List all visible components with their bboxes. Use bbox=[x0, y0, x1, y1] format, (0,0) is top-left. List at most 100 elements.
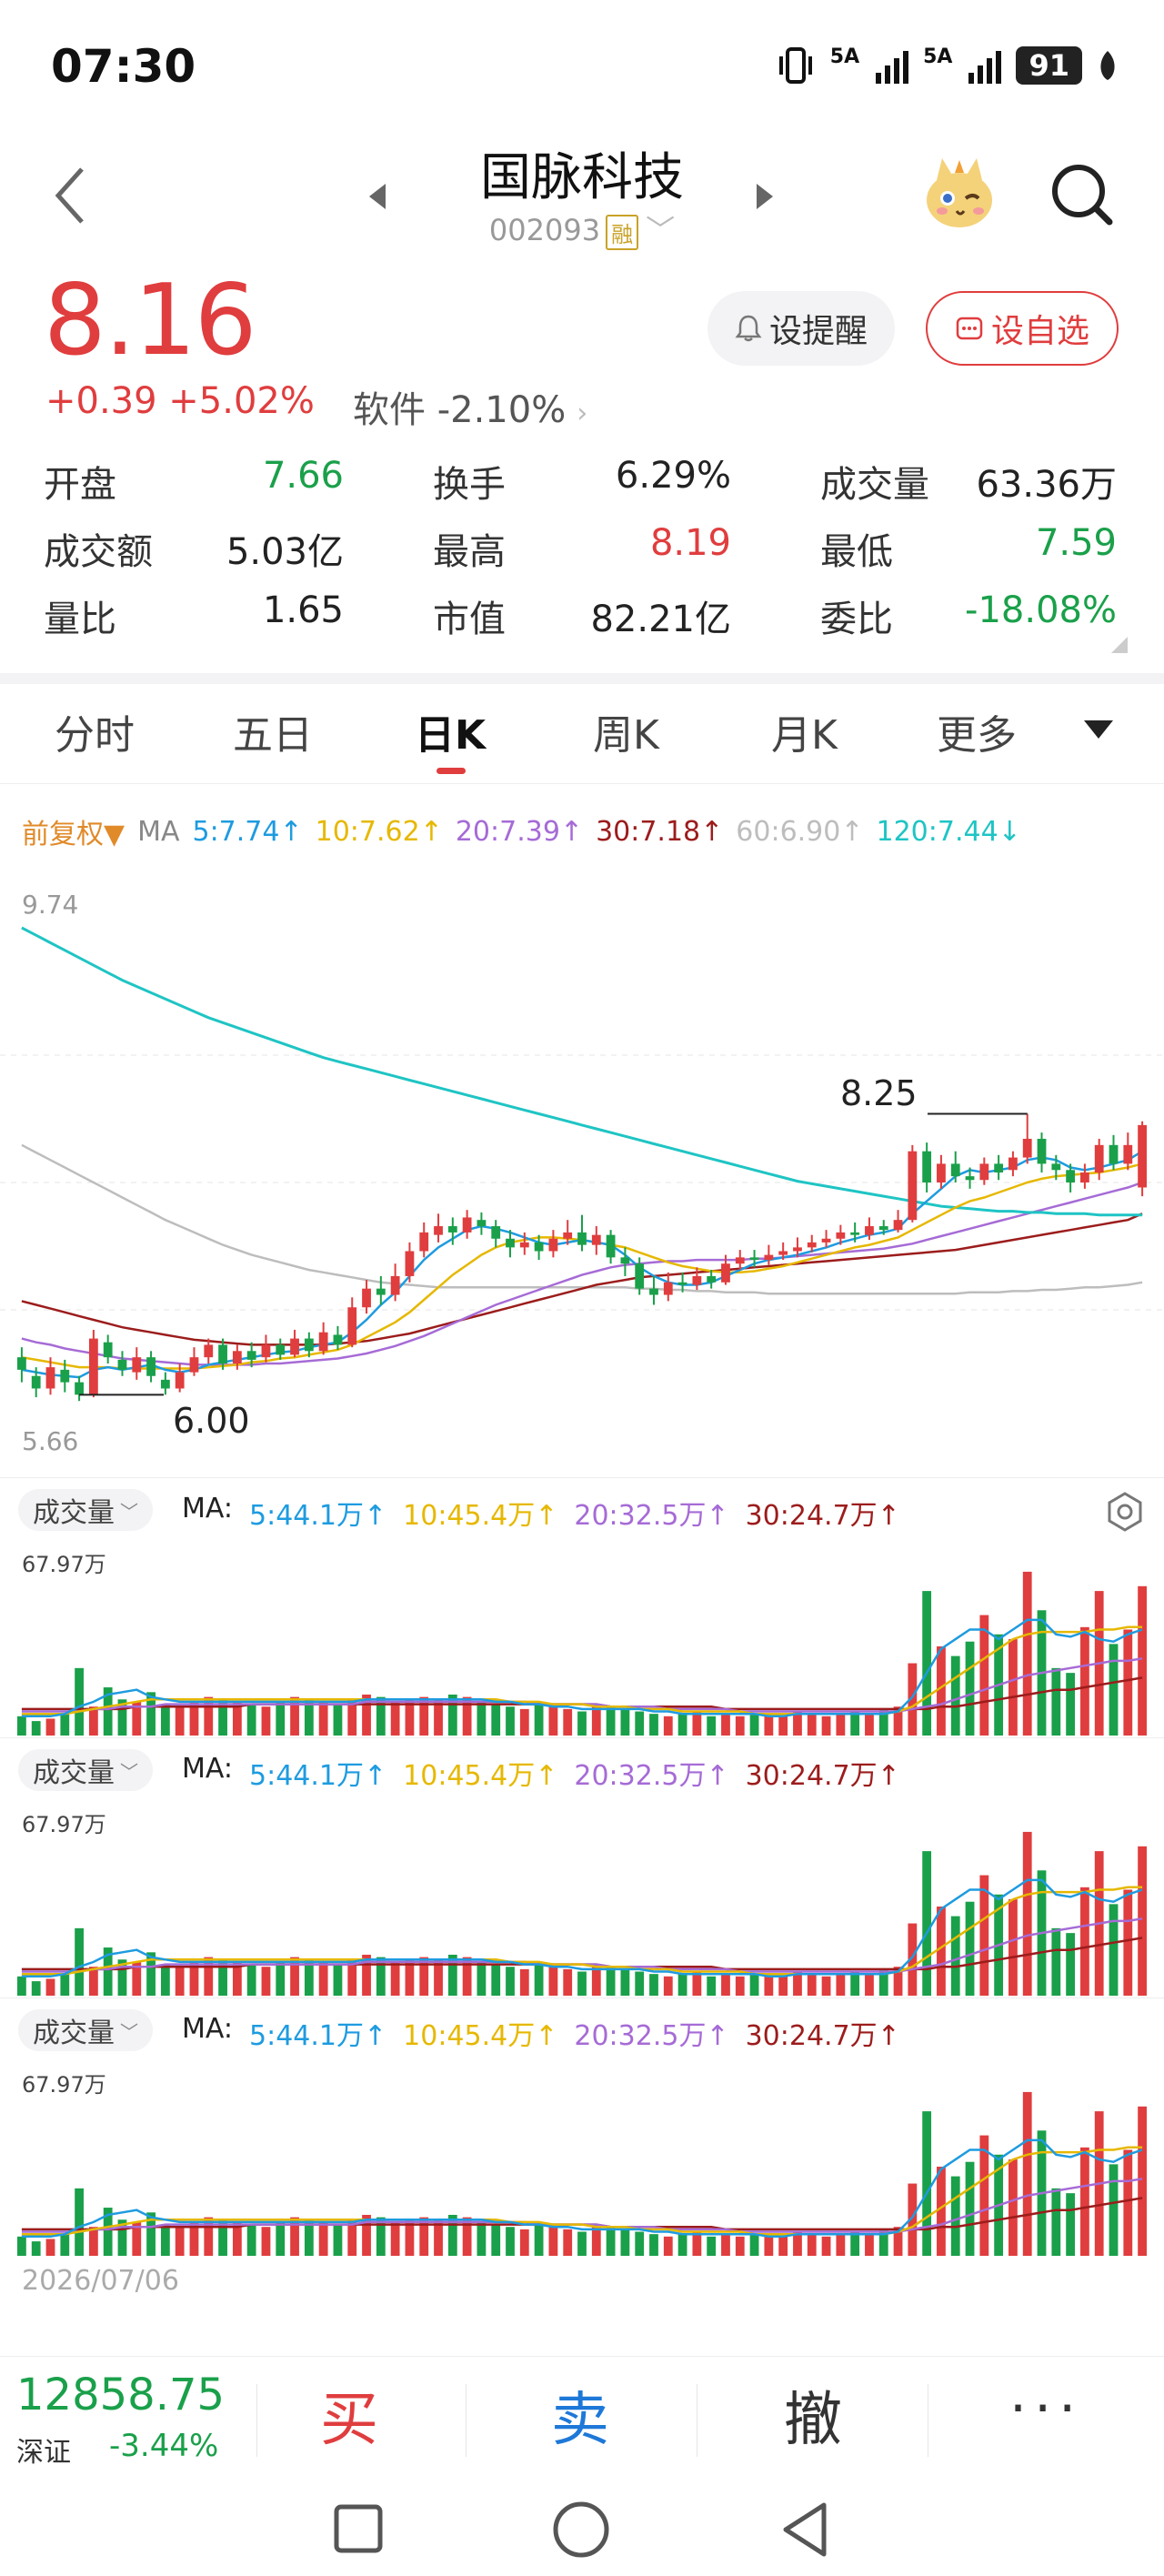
candle-body bbox=[189, 1357, 199, 1373]
volume-bar bbox=[735, 1976, 745, 1996]
candle-body bbox=[707, 1275, 717, 1283]
network-label-1: 5A bbox=[829, 45, 860, 68]
vol-ma30: 30:24.7万↑ bbox=[745, 1500, 900, 1532]
price-axis-top: 9.74 bbox=[22, 890, 79, 920]
volume-bar bbox=[721, 2234, 730, 2256]
candle-body bbox=[606, 1234, 616, 1258]
sector-link[interactable]: 软件 -2.10% › bbox=[353, 380, 587, 433]
mascot-icon[interactable] bbox=[918, 153, 1000, 235]
recent-apps-icon[interactable] bbox=[331, 2501, 386, 2556]
candle-body bbox=[1051, 1163, 1061, 1171]
candle-body bbox=[591, 1234, 601, 1245]
volume-bar bbox=[721, 1714, 730, 1736]
status-icons: 5A 5A 91 bbox=[776, 45, 1119, 86]
volume-label: 成交量 bbox=[33, 2018, 115, 2049]
search-icon[interactable] bbox=[1046, 158, 1119, 231]
volume-bar bbox=[1008, 2159, 1018, 2256]
volume-bar bbox=[45, 1718, 55, 1736]
volume-bar bbox=[318, 2221, 328, 2256]
add-watchlist-button[interactable]: 设自选 bbox=[926, 291, 1119, 366]
volume-bar bbox=[1066, 1673, 1076, 1736]
volume-bar bbox=[836, 2234, 846, 2256]
volume-ma-legend: MA: 5:44.1万↑ 10:45.4万↑ 20:32.5万↑ 30:24.7… bbox=[182, 1753, 900, 1793]
add-watchlist-label: 设自选 bbox=[990, 313, 1089, 350]
volume-bar bbox=[807, 2234, 817, 2256]
caret-down-icon[interactable] bbox=[1084, 720, 1113, 739]
volume-bar bbox=[735, 1716, 745, 1736]
tab-monthly-k[interactable]: 月K bbox=[771, 702, 838, 760]
sell-button[interactable]: 卖 bbox=[517, 2373, 644, 2457]
volume-header: 成交量 ﹀ MA: 5:44.1万↑ 10:45.4万↑ 20:32.5万↑ 30… bbox=[0, 1997, 1164, 2061]
volume-bar bbox=[663, 1716, 673, 1736]
stat-label: 市值 bbox=[433, 599, 506, 640]
volume-bar bbox=[534, 1961, 544, 1996]
stat-value: 8.19 bbox=[649, 522, 731, 564]
volume-bar bbox=[836, 1714, 846, 1736]
volume-bar bbox=[75, 2188, 84, 2256]
tab-five-day[interactable]: 五日 bbox=[233, 702, 313, 760]
volume-bar bbox=[88, 1967, 98, 1996]
volume-indicator-selector[interactable]: 成交量 ﹀ bbox=[18, 1489, 153, 1531]
buy-button[interactable]: 买 bbox=[286, 2373, 413, 2457]
kline-chart[interactable]: 9.74 5.66 8.25 6.00 bbox=[0, 873, 1164, 1474]
tab-weekly-k[interactable]: 周K bbox=[593, 702, 659, 760]
nav-back-icon[interactable] bbox=[778, 2500, 833, 2560]
volume-bar bbox=[1123, 1889, 1133, 1996]
index-value[interactable]: 12858.75 bbox=[16, 2370, 225, 2420]
vol-ma10: 10:45.4万↑ bbox=[403, 2020, 558, 2052]
separator bbox=[256, 2384, 257, 2457]
volume-bar bbox=[563, 2229, 573, 2256]
volume-bar bbox=[764, 1716, 774, 1736]
home-icon[interactable] bbox=[551, 2500, 611, 2560]
candle-body bbox=[721, 1263, 730, 1283]
expand-corner-icon[interactable] bbox=[1111, 637, 1128, 653]
volume-bar bbox=[1008, 1639, 1018, 1736]
volume-bar bbox=[75, 1927, 84, 1996]
stat-label: 换手 bbox=[433, 464, 506, 506]
tab-daily-k[interactable]: 日K bbox=[415, 702, 486, 760]
volume-bar bbox=[246, 2224, 256, 2256]
set-alert-button[interactable]: 设提醒 bbox=[707, 291, 895, 366]
candle-body bbox=[563, 1232, 573, 1239]
volume-bar bbox=[1109, 1644, 1119, 1736]
signal-icon-1 bbox=[876, 47, 909, 84]
candle-body bbox=[649, 1288, 658, 1295]
gear-icon[interactable] bbox=[1104, 1491, 1146, 1533]
vol-ma5: 5:44.1万↑ bbox=[249, 1500, 387, 1532]
stock-header: 国脉科技 002093 融 ﹀ bbox=[0, 136, 1164, 255]
candle-body bbox=[979, 1163, 989, 1181]
volume-bar bbox=[764, 1976, 774, 1996]
candle-body bbox=[405, 1251, 415, 1276]
candle-body bbox=[132, 1357, 142, 1373]
candle-body bbox=[17, 1357, 26, 1370]
volume-bar bbox=[950, 1655, 960, 1736]
volume-ma-legend: MA: 5:44.1万↑ 10:45.4万↑ 20:32.5万↑ 30:24.7… bbox=[182, 2013, 900, 2053]
adjust-selector[interactable]: 前复权▼ bbox=[22, 811, 125, 851]
tab-more[interactable]: 更多 bbox=[937, 702, 1017, 760]
volume-bar bbox=[764, 2236, 774, 2256]
stats-row-1: 开盘 7.66 换手 6.29% 成交量 63.36万 bbox=[0, 455, 1164, 522]
volume-bar bbox=[649, 2234, 658, 2256]
volume-bar bbox=[333, 1704, 343, 1736]
price-axis-bottom: 5.66 bbox=[22, 1426, 79, 1456]
volume-bar bbox=[635, 1971, 645, 1996]
volume-bar bbox=[836, 1974, 846, 1996]
volume-bar bbox=[922, 1851, 932, 1996]
ma5-line bbox=[21, 1150, 1143, 1379]
candle-body bbox=[778, 1251, 788, 1255]
cancel-order-button[interactable]: 撤 bbox=[749, 2373, 877, 2457]
price-change: +0.39 +5.02% bbox=[45, 380, 315, 422]
tab-intraday[interactable]: 分时 bbox=[55, 702, 135, 760]
volume-bar bbox=[922, 2111, 932, 2256]
volume-bar bbox=[1109, 1904, 1119, 1996]
volume-bar bbox=[390, 2221, 400, 2256]
more-menu-button[interactable]: ··· bbox=[1009, 2377, 1083, 2440]
volume-indicator-selector[interactable]: 成交量 ﹀ bbox=[18, 2009, 153, 2051]
volume-bar bbox=[333, 2224, 343, 2256]
next-stock-icon[interactable] bbox=[751, 178, 778, 215]
volume-bar bbox=[31, 1721, 41, 1736]
candle-body bbox=[821, 1238, 831, 1243]
volume-indicator-selector[interactable]: 成交量 ﹀ bbox=[18, 1749, 153, 1791]
volume-bar bbox=[965, 1641, 975, 1736]
volume-bar bbox=[17, 1716, 26, 1736]
